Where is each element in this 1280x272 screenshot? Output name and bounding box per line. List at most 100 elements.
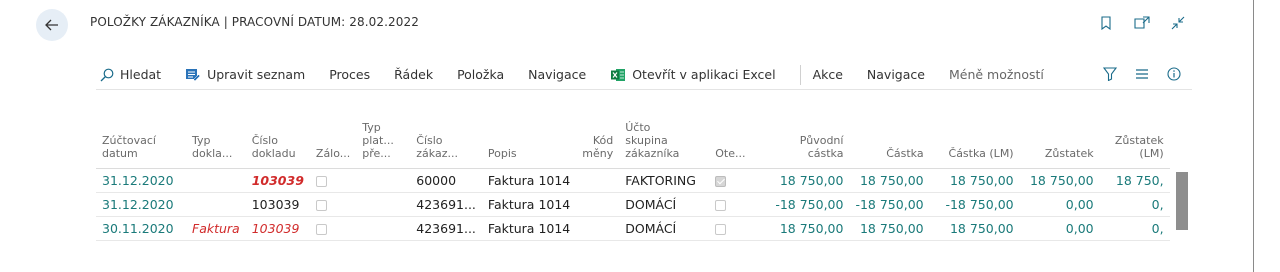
menu-proces-label: Proces: [329, 67, 371, 82]
col-customer-no[interactable]: Číslo zákaz...: [410, 112, 482, 169]
doc-no-cell[interactable]: 103039: [245, 216, 310, 241]
edit-list-action[interactable]: Upravit seznam: [185, 67, 305, 82]
original-amount-cell[interactable]: 18 750,00: [751, 216, 850, 241]
doc-no-cell[interactable]: 103039: [245, 168, 310, 193]
info-icon[interactable]: [1166, 66, 1182, 82]
col-posting-date[interactable]: Zúčtovací datum: [96, 112, 186, 169]
back-button[interactable]: [36, 9, 68, 41]
doc-type-cell: [186, 192, 246, 217]
open-in-excel-action[interactable]: Otevřít v aplikaci Excel: [610, 67, 776, 82]
edit-list-action-label: Upravit seznam: [207, 67, 306, 82]
open-checkbox[interactable]: [715, 223, 727, 235]
remaining-lcy-cell[interactable]: 0,: [1099, 216, 1170, 241]
table-row[interactable]: 31.12.2020 103039 423691... Faktura 1014…: [96, 192, 1170, 217]
menu-akce[interactable]: Akce: [813, 67, 843, 82]
posting-group-cell: FAKTORING: [619, 168, 710, 193]
doc-type-cell: [186, 168, 246, 193]
table-row[interactable]: 31.12.2020 103039 60000 Faktura 1014 FAK…: [96, 168, 1170, 193]
page-title: POLOŽKY ZÁKAZNÍKA | PRACOVNÍ DATUM: 28.0…: [90, 15, 419, 29]
customer-entries-table: Zúčtovací datum Typ dokla... Číslo dokla…: [96, 112, 1170, 241]
remaining-lcy-cell[interactable]: 0,: [1099, 192, 1170, 217]
col-remaining[interactable]: Zůstatek: [1019, 112, 1100, 169]
menu-radek[interactable]: Řádek: [394, 67, 433, 82]
deposit-checkbox[interactable]: [315, 175, 327, 187]
open-in-excel-label: Otevřít v aplikaci Excel: [632, 67, 776, 82]
list-view-icon[interactable]: [1134, 66, 1150, 82]
search-action-label: Hledat: [120, 67, 162, 82]
menu-polozka[interactable]: Položka: [457, 67, 504, 82]
remaining-lcy-cell[interactable]: 18 750,: [1099, 168, 1170, 193]
open-checkbox[interactable]: [715, 175, 727, 187]
description-cell: Faktura 1014: [481, 216, 577, 241]
col-description[interactable]: Popis: [481, 112, 577, 169]
menu-proces[interactable]: Proces: [329, 67, 370, 82]
table-header-row: Zúčtovací datum Typ dokla... Číslo dokla…: [96, 112, 1170, 169]
menu-navigace-label: Navigace: [528, 67, 587, 82]
col-payment-type[interactable]: Typ plat... pře...: [356, 112, 411, 169]
payment-type-cell: [356, 216, 411, 241]
open-checkbox[interactable]: [715, 199, 727, 211]
vertical-scrollbar[interactable]: [1176, 172, 1188, 230]
filter-icon[interactable]: [1102, 66, 1118, 82]
original-amount-cell[interactable]: 18 750,00: [751, 168, 850, 193]
amount-cell[interactable]: 18 750,00: [849, 168, 930, 193]
col-amount-lcy[interactable]: Částka (LM): [929, 112, 1020, 169]
amount-lcy-cell[interactable]: -18 750,00: [929, 192, 1020, 217]
list-tools: [1102, 66, 1182, 82]
open-new-window-icon[interactable]: [1134, 15, 1150, 31]
remaining-cell[interactable]: 18 750,00: [1019, 168, 1100, 193]
fewer-options-button[interactable]: Méně možností: [949, 67, 1044, 82]
payment-type-cell: [356, 192, 411, 217]
col-open[interactable]: Ote...: [709, 112, 752, 169]
col-original-amount[interactable]: Původní cástka: [751, 112, 850, 169]
col-currency[interactable]: Kód měny: [576, 112, 620, 169]
posting-group-cell: DOMÁCÍ: [619, 192, 710, 217]
currency-cell: [576, 216, 620, 241]
menu-akce-label: Akce: [812, 67, 843, 82]
payment-type-cell: [356, 168, 411, 193]
customer-no-cell: 423691...: [410, 192, 482, 217]
col-remaining-lcy[interactable]: Zůstatek (LM): [1099, 112, 1170, 169]
deposit-cell: [309, 216, 357, 241]
col-posting-group[interactable]: Účto skupina zákazníka: [619, 112, 710, 169]
excel-icon: [611, 68, 626, 81]
fewer-options-label: Méně možností: [948, 67, 1044, 82]
amount-lcy-cell[interactable]: 18 750,00: [929, 168, 1020, 193]
menu-polozka-label: Položka: [457, 67, 505, 82]
original-amount-cell[interactable]: -18 750,00: [751, 192, 850, 217]
description-cell: Faktura 1014: [481, 168, 577, 193]
posting-date-cell[interactable]: 30.11.2020: [96, 216, 186, 241]
collapse-icon[interactable]: [1170, 15, 1186, 31]
deposit-checkbox[interactable]: [315, 199, 327, 211]
action-separator: [799, 64, 801, 85]
table-row[interactable]: 30.11.2020 Faktura 103039 423691... Fakt…: [96, 216, 1170, 241]
remaining-cell[interactable]: 0,00: [1019, 216, 1100, 241]
page: POLOŽKY ZÁKAZNÍKA | PRACOVNÍ DATUM: 28.0…: [0, 0, 1254, 272]
col-deposit[interactable]: Zálo...: [309, 112, 357, 169]
posting-date-cell[interactable]: 31.12.2020: [96, 192, 186, 217]
action-bar: Hledat Upravit seznam Proces Řádek Polož…: [96, 60, 1192, 90]
amount-lcy-cell[interactable]: 18 750,00: [929, 216, 1020, 241]
edit-list-icon: [186, 68, 201, 81]
menu-navigace[interactable]: Navigace: [528, 67, 586, 82]
posting-date-cell[interactable]: 31.12.2020: [96, 168, 186, 193]
doc-type-cell: Faktura: [186, 216, 246, 241]
amount-cell[interactable]: 18 750,00: [849, 216, 930, 241]
col-amount[interactable]: Částka: [849, 112, 930, 169]
deposit-cell: [309, 192, 357, 217]
currency-cell: [576, 168, 620, 193]
search-icon: [100, 68, 114, 81]
col-doc-no[interactable]: Číslo dokladu: [245, 112, 310, 169]
bookmark-icon[interactable]: [1098, 15, 1114, 31]
amount-cell[interactable]: -18 750,00: [849, 192, 930, 217]
deposit-checkbox[interactable]: [315, 223, 327, 235]
arrow-left-icon: [45, 19, 58, 31]
search-action[interactable]: Hledat: [100, 67, 161, 82]
menu-navigace-2[interactable]: Navigace: [867, 67, 925, 82]
open-cell: [709, 192, 752, 217]
doc-no-cell[interactable]: 103039: [245, 192, 310, 217]
col-doc-type[interactable]: Typ dokla...: [186, 112, 246, 169]
remaining-cell[interactable]: 0,00: [1019, 192, 1100, 217]
open-cell: [709, 168, 752, 193]
open-cell: [709, 216, 752, 241]
